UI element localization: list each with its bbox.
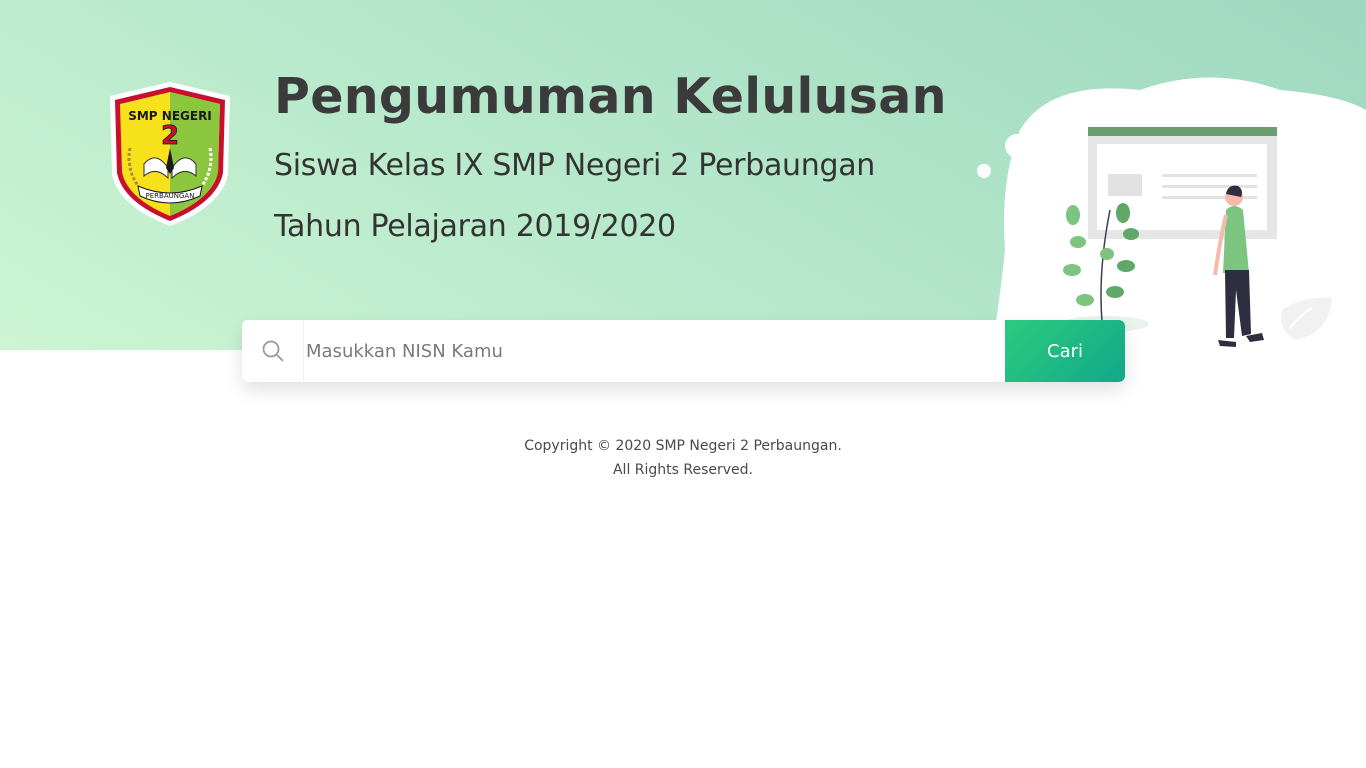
page-subtitle-year: Tahun Pelajaran 2019/2020	[274, 209, 676, 244]
logo-number: 2	[161, 121, 179, 151]
footer-rights: All Rights Reserved.	[612, 462, 754, 478]
nisn-search-box: Cari	[242, 320, 1125, 382]
page-subtitle-class: Siswa Kelas IX SMP Negeri 2 Perbaungan	[274, 148, 876, 183]
search-button[interactable]: Cari	[1005, 320, 1125, 382]
nisn-input[interactable]	[304, 320, 1005, 382]
presentation-illustration	[977, 77, 1366, 350]
page-title: Pengumuman Kelulusan	[274, 68, 947, 125]
logo-ribbon-text: PERBAUNGAN	[146, 192, 195, 200]
school-logo: SMP NEGERI 2 PERBAUNGAN	[110, 82, 230, 226]
hero-banner: SMP NEGERI 2 PERBAUNGAN Pengumuman Kelul…	[0, 0, 1366, 350]
footer-copyright: Copyright © 2020 SMP Negeri 2 Perbaungan…	[524, 438, 842, 454]
search-icon-wrapper	[242, 320, 304, 382]
footer: Copyright © 2020 SMP Negeri 2 Perbaungan…	[0, 434, 1366, 482]
search-icon	[262, 340, 283, 362]
